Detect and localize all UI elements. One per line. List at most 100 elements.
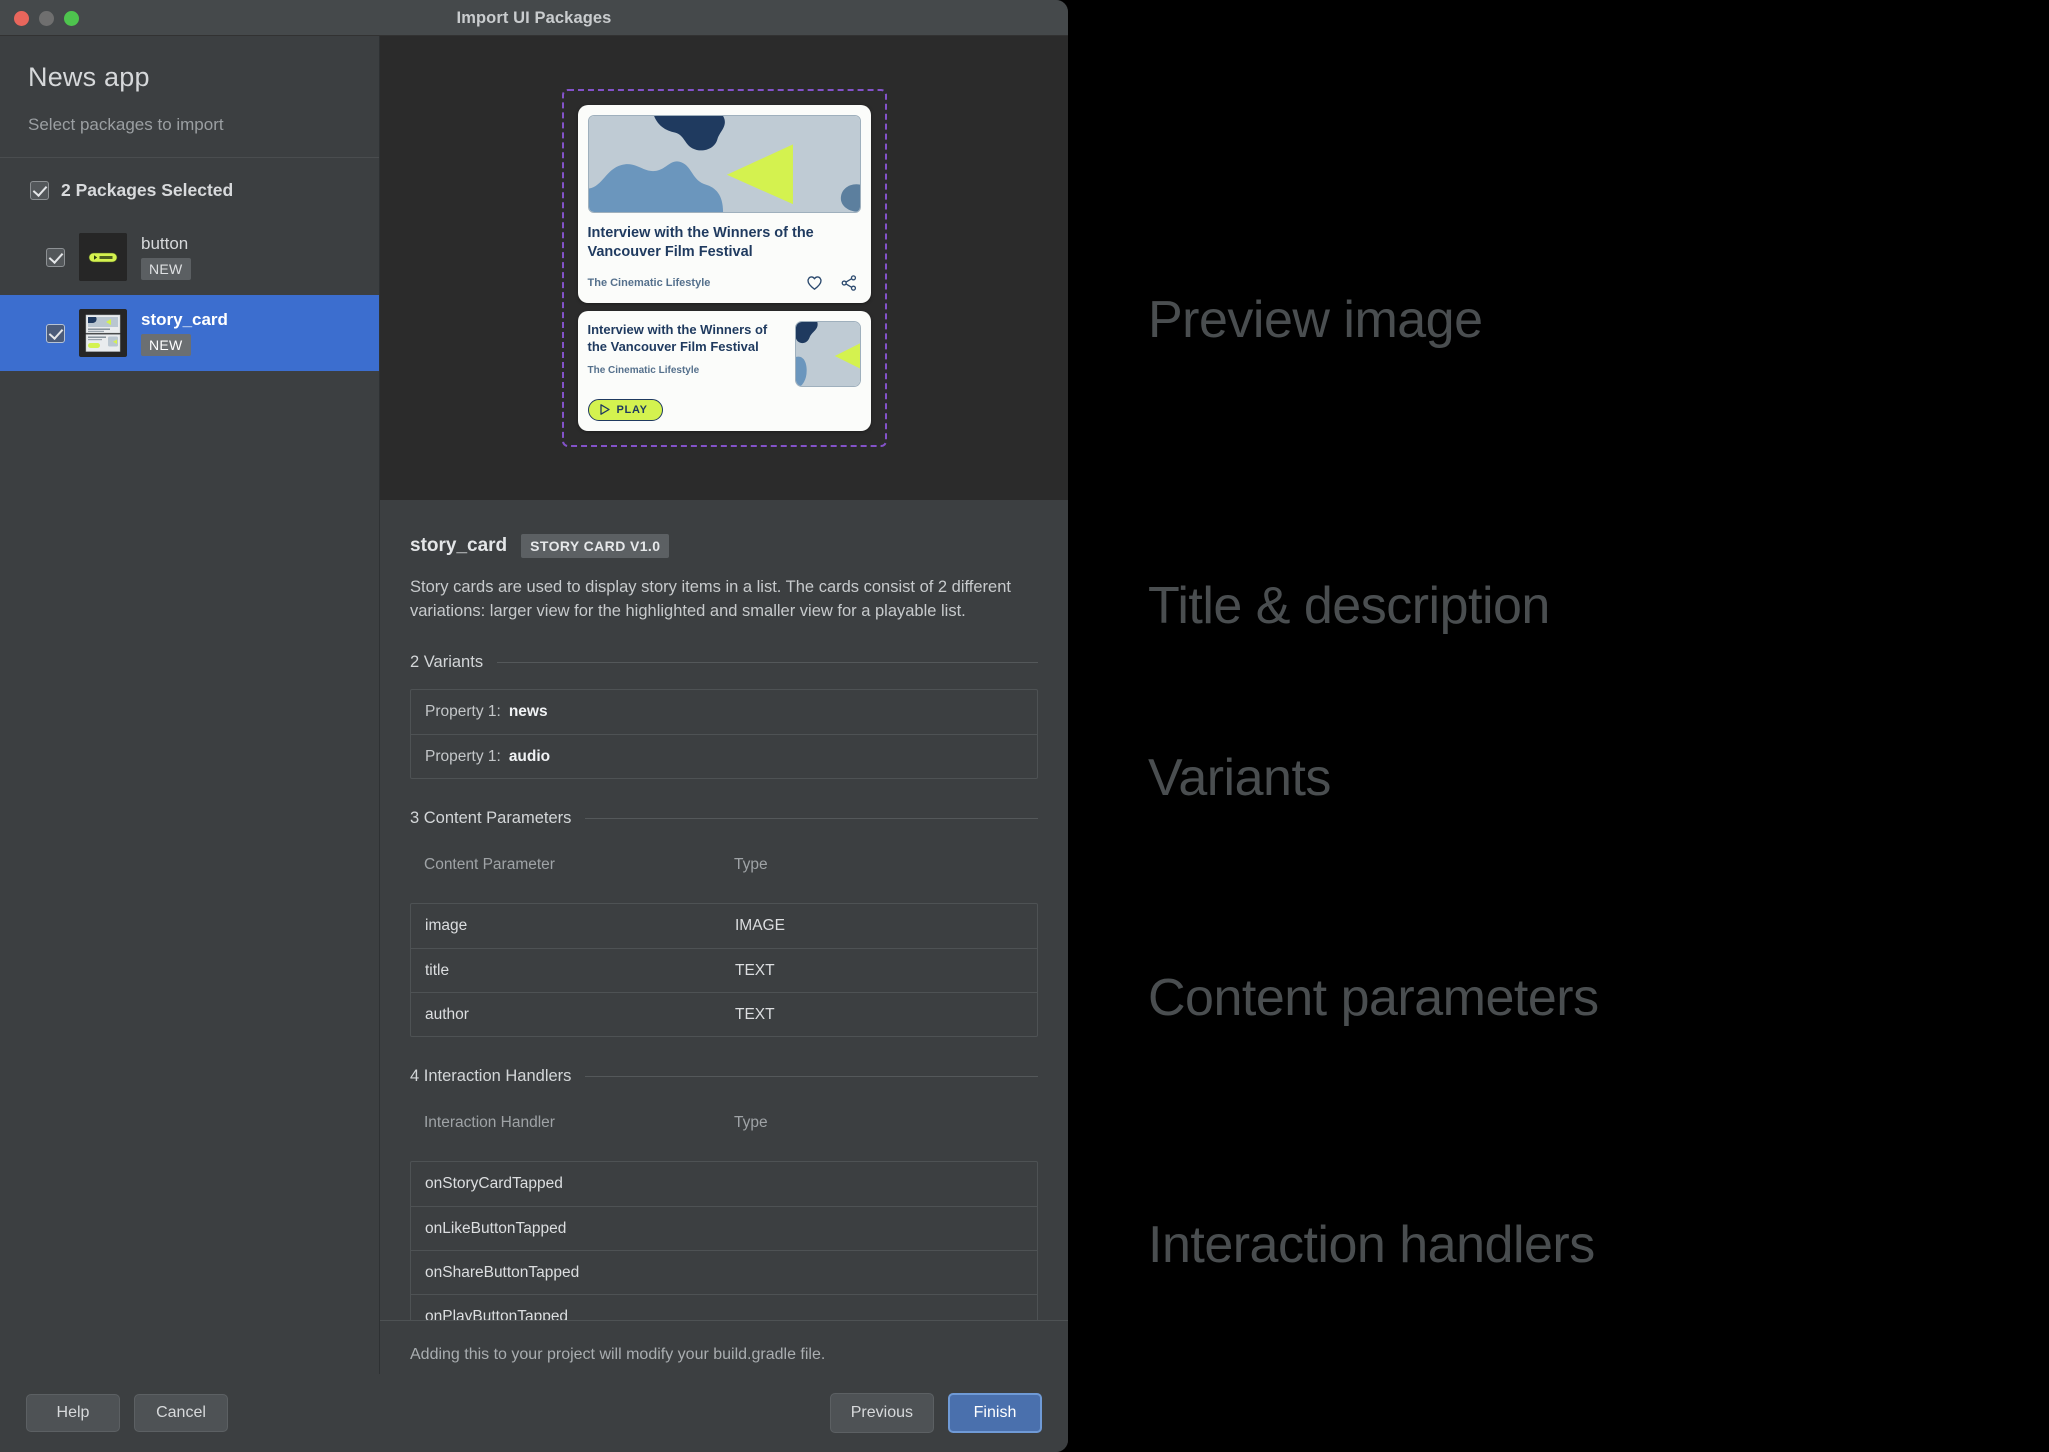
variants-section-header: 2 Variants	[410, 653, 1038, 672]
column-header-type: Type	[734, 1114, 768, 1132]
variants-section-title: 2 Variants	[410, 653, 484, 672]
window-title: Import UI Packages	[456, 9, 612, 27]
preview-card-large-image	[587, 115, 861, 214]
content-parameter-type: TEXT	[735, 961, 775, 979]
table-row[interactable]: onPlayButtonTapped	[411, 1294, 1037, 1320]
preview-image-area: Interview with the Winners of the Vancou…	[380, 36, 1068, 500]
cancel-button[interactable]: Cancel	[134, 1394, 228, 1432]
select-all-packages-row[interactable]: 2 Packages Selected	[0, 158, 379, 219]
table-row[interactable]: Property 1: audio	[411, 734, 1037, 778]
heart-icon[interactable]	[806, 275, 823, 291]
preview-card-small: Interview with the Winners of the Vancou…	[577, 310, 871, 431]
preview-card-small-title: Interview with the Winners of the Vancou…	[587, 321, 768, 355]
content-parameter-name: image	[425, 917, 468, 935]
variant-property-key: Property 1:	[425, 747, 501, 765]
play-triangle-icon	[599, 404, 610, 416]
help-button[interactable]: Help	[26, 1394, 120, 1432]
button-preview-thumb-icon	[79, 233, 127, 281]
preview-card-small-image	[794, 320, 861, 387]
preview-card-small-author: The Cinematic Lifestyle	[587, 364, 700, 376]
preview-card-large-author: The Cinematic Lifestyle	[587, 276, 711, 289]
content-parameter-type: IMAGE	[735, 917, 785, 935]
interaction-handlers-section-title: 4 Interaction Handlers	[410, 1067, 572, 1086]
variants-table: Property 1: news Property 1: audio	[410, 689, 1038, 780]
content-parameters-section: 3 Content Parameters Content Parameter T…	[410, 809, 1038, 1038]
variant-property-value: news	[508, 703, 548, 721]
table-row[interactable]: onShareButtonTapped	[411, 1250, 1037, 1294]
previous-button[interactable]: Previous	[829, 1393, 934, 1433]
dialog-bottom-bar: Help Cancel Previous Finish	[0, 1374, 1068, 1452]
variants-section: 2 Variants Property 1: news Property 1: …	[410, 653, 1038, 780]
import-ui-packages-window: Import UI Packages News app Select packa…	[0, 0, 1068, 1452]
details-version-badge: STORY CARD V1.0	[521, 534, 670, 558]
annotation-interaction-handlers: Interaction handlers	[1148, 1216, 1595, 1274]
package-list-item-story-card[interactable]: story_card NEW	[0, 295, 379, 371]
interaction-handlers-section-header: 4 Interaction Handlers	[410, 1067, 1038, 1086]
table-row[interactable]: image IMAGE	[411, 904, 1037, 948]
package-name-story-card: story_card	[141, 310, 228, 329]
package-meta-button: button NEW	[141, 234, 191, 280]
interaction-handlers-section-rule	[585, 1076, 1038, 1078]
annotation-title-description: Title & description	[1148, 577, 1550, 635]
abstract-media-illustration-icon	[588, 116, 860, 213]
interaction-handler-name: onLikeButtonTapped	[425, 1219, 567, 1237]
package-thumbnail-button	[79, 233, 127, 281]
abstract-media-thumb-icon	[795, 321, 860, 386]
variant-property-value: audio	[508, 747, 551, 765]
interaction-handler-name: onPlayButtonTapped	[425, 1307, 569, 1320]
interaction-handler-name: onStoryCardTapped	[425, 1175, 563, 1193]
story-card-preview-thumb-icon	[79, 309, 127, 357]
sidebar-header: News app Select packages to import	[0, 36, 379, 158]
package-checkbox-story-card[interactable]	[46, 323, 65, 343]
preview-card-large-title: Interview with the Winners of the Vancou…	[587, 225, 814, 260]
preview-card-small-text: Interview with the Winners of the Vancou…	[588, 321, 785, 387]
build-gradle-note: Adding this to your project will modify …	[380, 1320, 1068, 1374]
select-all-checkbox[interactable]	[30, 181, 49, 200]
window-body: News app Select packages to import 2 Pac…	[0, 36, 1068, 1374]
packages-selected-label: 2 Packages Selected	[61, 180, 234, 200]
table-row[interactable]: onStoryCardTapped	[411, 1162, 1037, 1206]
details-description: Story cards are used to display story it…	[410, 578, 1011, 620]
content-parameter-name: author	[425, 1005, 469, 1023]
package-badge-button: NEW	[141, 258, 191, 280]
package-checkbox-button[interactable]	[46, 247, 65, 267]
preview-card-large: Interview with the Winners of the Vancou…	[577, 105, 871, 303]
package-badge-story-card: NEW	[141, 334, 191, 356]
content-parameters-table: image IMAGE title TEXT author TEXT	[410, 903, 1038, 1038]
packages-sidebar: News app Select packages to import 2 Pac…	[0, 36, 380, 1374]
content-parameters-section-rule	[585, 818, 1038, 820]
bottom-bar-right-buttons: Previous Finish	[829, 1393, 1042, 1433]
variants-section-rule	[497, 662, 1038, 664]
share-icon[interactable]	[841, 275, 857, 291]
details-header: story_card STORY CARD V1.0	[410, 534, 1038, 558]
finish-button[interactable]: Finish	[948, 1393, 1042, 1433]
preview-play-button[interactable]: PLAY	[587, 398, 663, 421]
preview-card-large-actions	[806, 275, 861, 291]
window-titlebar: Import UI Packages	[0, 0, 1068, 36]
package-thumbnail-story-card	[77, 307, 129, 359]
table-row[interactable]: title TEXT	[411, 948, 1037, 992]
app-title: News app	[28, 62, 150, 92]
table-row[interactable]: Property 1: news	[411, 690, 1037, 734]
package-name-button: button	[141, 234, 189, 253]
main-panel: Interview with the Winners of the Vancou…	[380, 36, 1068, 1374]
interaction-handler-name: onShareButtonTapped	[425, 1263, 580, 1281]
preview-card-large-footer: The Cinematic Lifestyle	[588, 275, 861, 291]
package-list-item-button[interactable]: button NEW	[0, 219, 379, 295]
interaction-handlers-section: 4 Interaction Handlers Interaction Handl…	[410, 1067, 1038, 1320]
details-package-name: story_card	[410, 535, 508, 556]
sidebar-subtitle: Select packages to import	[28, 115, 224, 134]
table-row[interactable]: author TEXT	[411, 992, 1037, 1036]
column-header-type: Type	[734, 856, 768, 874]
package-details-panel: story_card STORY CARD V1.0 Story cards a…	[380, 500, 1068, 1320]
content-parameters-section-header: 3 Content Parameters	[410, 809, 1038, 828]
screenshot-root: Import UI Packages News app Select packa…	[0, 0, 2049, 1452]
interaction-handlers-table: onStoryCardTapped onLikeButtonTapped onS…	[410, 1161, 1038, 1320]
interaction-handlers-table-header: Interaction Handler Type	[410, 1102, 1038, 1144]
content-parameter-type: TEXT	[735, 1005, 775, 1023]
content-parameters-section-title: 3 Content Parameters	[410, 809, 572, 828]
content-parameter-name: title	[425, 961, 450, 979]
table-row[interactable]: onLikeButtonTapped	[411, 1206, 1037, 1250]
annotation-variants: Variants	[1148, 749, 1331, 807]
column-header-content-parameter: Content Parameter	[424, 856, 555, 874]
